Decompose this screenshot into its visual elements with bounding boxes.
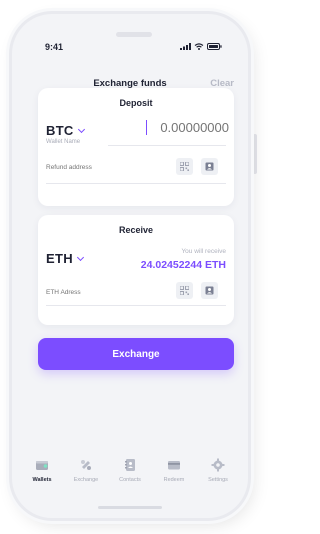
tab-settings[interactable]: Settings bbox=[198, 454, 238, 494]
chevron-down-icon bbox=[77, 125, 85, 134]
tab-bar: Wallets Exchange Contacts Redeem Setting… bbox=[12, 454, 248, 494]
status-bar: 9:41 bbox=[12, 40, 248, 56]
signal-icon bbox=[180, 43, 191, 50]
receive-title: Receive bbox=[118, 225, 154, 235]
wallet-icon bbox=[36, 461, 48, 470]
tab-label: Redeem bbox=[163, 477, 185, 483]
receive-amount: 24.02452244 ETH bbox=[140, 259, 226, 271]
tab-label: Wallets bbox=[32, 477, 52, 483]
contact-card-icon bbox=[205, 286, 214, 295]
battery-icon bbox=[207, 43, 222, 50]
receive-coin-selector[interactable]: ETH bbox=[46, 251, 84, 266]
card-icon bbox=[168, 461, 180, 470]
deposit-coin-selector[interactable]: BTC bbox=[46, 123, 85, 138]
qr-scan-button[interactable] bbox=[176, 282, 193, 299]
chevron-down-icon bbox=[76, 253, 84, 262]
mute-switch bbox=[7, 98, 11, 112]
notch bbox=[116, 32, 152, 37]
eth-address-underline bbox=[46, 305, 226, 306]
exchange-icon bbox=[81, 460, 91, 470]
deposit-card: Deposit BTC Wallet Name bbox=[38, 88, 234, 206]
wallet-name-label: Wallet Name bbox=[46, 139, 81, 145]
tab-redeem[interactable]: Redeem bbox=[154, 454, 194, 494]
deposit-amount-input[interactable] bbox=[146, 120, 229, 135]
volume-up-button bbox=[7, 122, 11, 150]
qr-code-icon bbox=[180, 162, 189, 171]
home-indicator bbox=[98, 506, 162, 509]
qr-scan-button[interactable] bbox=[176, 158, 193, 175]
eth-address-input[interactable] bbox=[46, 289, 156, 296]
address-book-button[interactable] bbox=[201, 282, 218, 299]
gear-icon bbox=[211, 458, 225, 472]
tab-contacts[interactable]: Contacts bbox=[110, 454, 150, 494]
contacts-icon bbox=[125, 459, 135, 471]
receive-card: Receive ETH You will receive 24.02452244… bbox=[38, 215, 234, 325]
status-time: 9:41 bbox=[45, 42, 64, 52]
tab-label: Contacts bbox=[119, 477, 141, 483]
contact-card-icon bbox=[205, 162, 214, 171]
wifi-icon bbox=[194, 43, 204, 50]
tab-wallets[interactable]: Wallets bbox=[22, 454, 62, 494]
address-book-button[interactable] bbox=[201, 158, 218, 175]
amount-underline bbox=[108, 145, 226, 146]
deposit-title: Deposit bbox=[119, 98, 153, 108]
power-button bbox=[253, 134, 257, 174]
exchange-button[interactable]: Exchange bbox=[38, 338, 234, 370]
qr-code-icon bbox=[180, 286, 189, 295]
refund-underline bbox=[46, 183, 226, 184]
phone-screen: 9:41 Exchange funds Clear Deposit BTC Wa… bbox=[12, 14, 248, 518]
receive-coin-label: ETH bbox=[46, 251, 73, 266]
you-will-receive-label: You will receive bbox=[181, 248, 226, 255]
volume-down-button bbox=[7, 156, 11, 184]
refund-address-input[interactable] bbox=[46, 164, 156, 171]
tab-label: Settings bbox=[208, 477, 228, 483]
tab-exchange[interactable]: Exchange bbox=[66, 454, 106, 494]
tab-label: Exchange bbox=[73, 477, 99, 483]
deposit-coin-label: BTC bbox=[46, 123, 74, 138]
